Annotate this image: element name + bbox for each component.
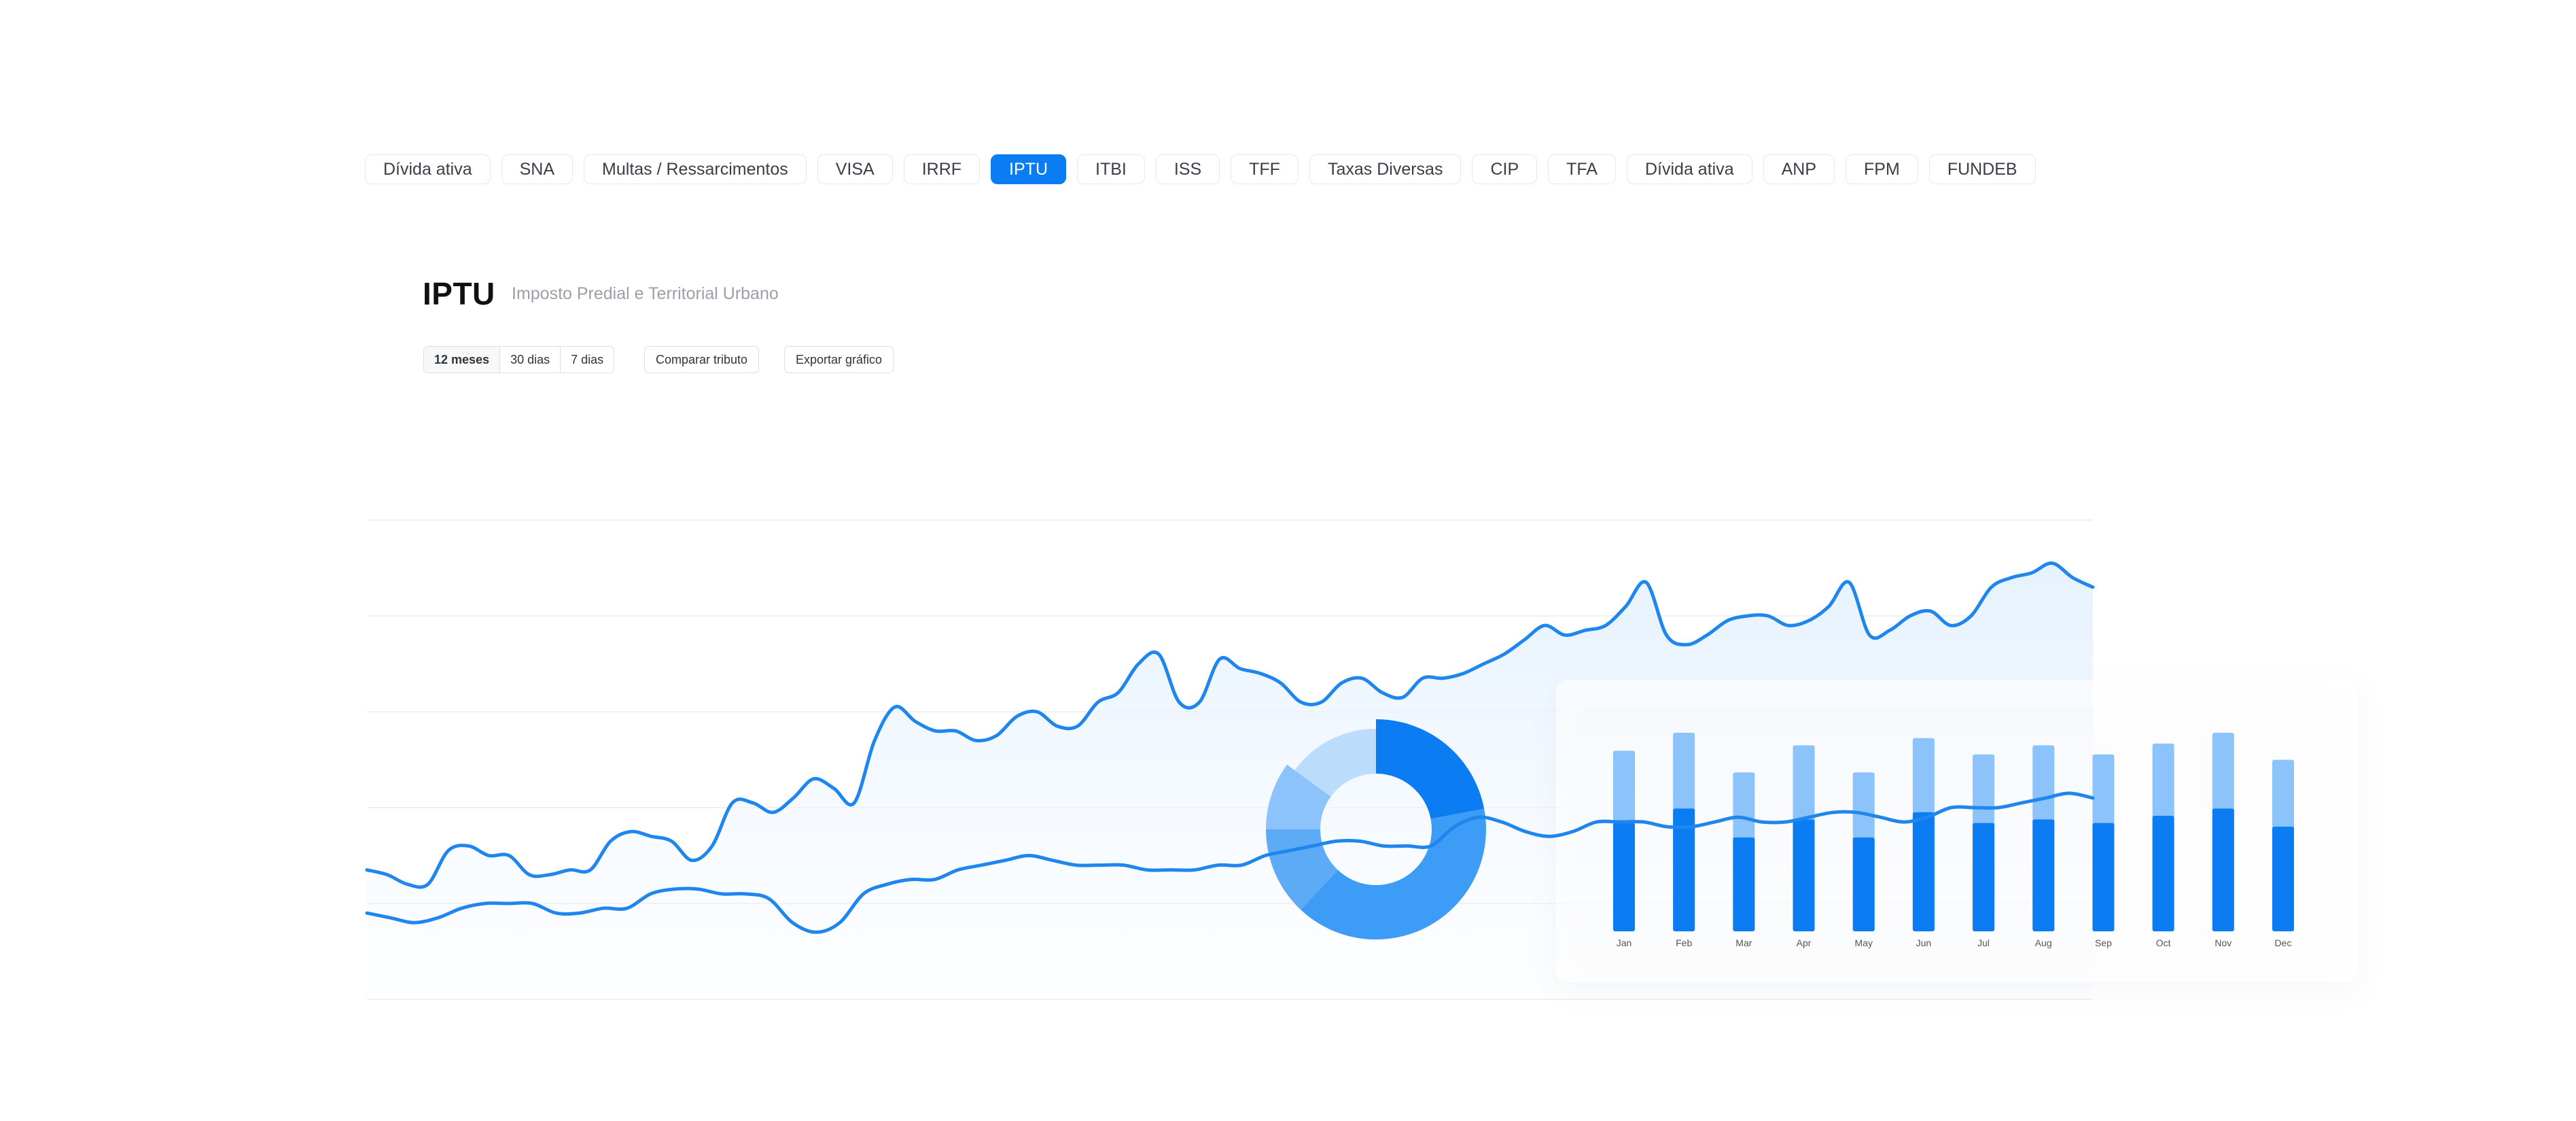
month-label-aug: Aug — [2035, 937, 2052, 948]
bar-oct-dark — [2152, 816, 2174, 931]
bar-may-dark — [1852, 837, 1875, 931]
month-label-jan: Jan — [1617, 937, 1632, 948]
month-label-feb: Feb — [1676, 937, 1692, 948]
bar-nov-dark — [2212, 808, 2234, 931]
bar-jan-dark — [1613, 823, 1635, 931]
month-label-sep: Sep — [2095, 937, 2112, 948]
bar-sep-dark — [2092, 823, 2115, 931]
month-label-jun: Jun — [1916, 937, 1932, 948]
chart-canvas: Jan Feb Mar Apr May Jun Jul Aug Sep Oct Nov Dec — [365, 519, 2358, 1000]
month-label-mar: Mar — [1735, 937, 1752, 948]
bar-apr-dark — [1793, 819, 1815, 931]
month-label-nov: Nov — [2215, 937, 2231, 948]
month-label-dec: Dec — [2275, 937, 2292, 948]
bar-jul-dark — [1973, 823, 1995, 931]
bar-aug-dark — [2032, 819, 2055, 931]
month-label-may: May — [1855, 937, 1873, 948]
bar-jun-dark — [1912, 812, 1935, 931]
month-label-jul: Jul — [1977, 937, 1990, 948]
month-label-oct: Oct — [2156, 937, 2171, 948]
bar-dec-dark — [2272, 826, 2294, 931]
month-label-apr: Apr — [1797, 937, 1812, 948]
bar-mar-dark — [1733, 837, 1755, 931]
